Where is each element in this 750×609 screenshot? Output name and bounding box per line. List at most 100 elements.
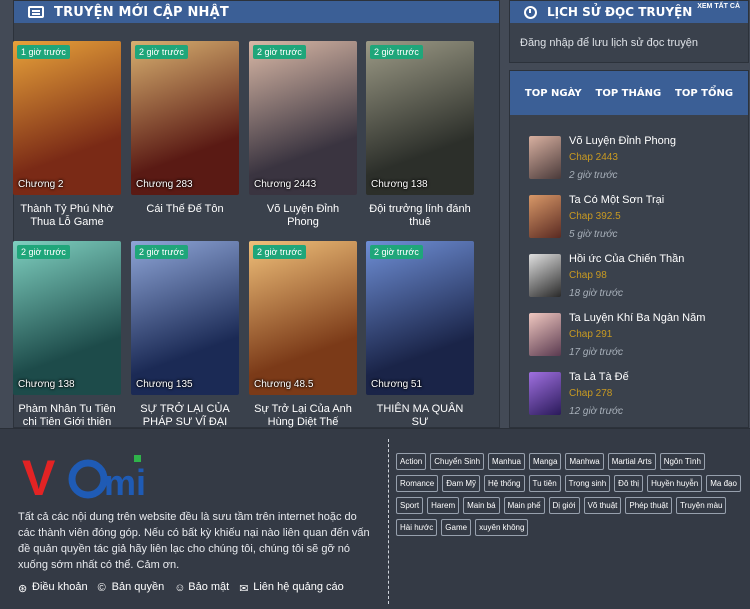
genre-tag[interactable]: Hài hước — [396, 519, 438, 536]
tab-top-all[interactable]: TOP TỔNG — [675, 88, 733, 99]
terms-label: Điều khoản — [32, 581, 88, 593]
comic-cover[interactable]: 2 giờ trước Chương 138 — [366, 41, 474, 195]
comic-cover[interactable]: 2 giờ trước Chương 48.5 — [249, 241, 357, 395]
top-item[interactable]: Võ Luyện Đỉnh Phong Chap 2443 2 giờ trước — [529, 135, 739, 185]
genre-tag[interactable]: Trọng sinh — [564, 475, 611, 492]
comic-title[interactable]: Cái Thế Đế Tôn — [131, 203, 239, 216]
top-item-cover[interactable] — [529, 372, 561, 415]
users-icon: ☺ — [174, 582, 186, 594]
genre-tag[interactable]: Action — [396, 453, 427, 470]
genre-tag[interactable]: Romance — [396, 475, 439, 492]
see-all-link[interactable]: XEM TẤT CẢ — [697, 3, 740, 10]
genre-tag[interactable]: Hệ thống — [484, 475, 525, 492]
genre-tag[interactable]: Martial Arts — [607, 453, 656, 470]
top-item-time: 5 giờ trước — [569, 229, 618, 240]
genre-tag[interactable]: Harem — [427, 497, 460, 514]
comic-card[interactable]: 2 giờ trước Chương 135 SỰ TRỞ LẠI CỦA PHÁP… — [131, 241, 239, 442]
top-item[interactable]: Ta Là Tà Đế Chap 278 12 giờ trước — [529, 371, 739, 421]
contact-link[interactable]: ✉ Liên hệ quảng cáo — [239, 581, 344, 595]
genre-tag[interactable]: Manhwa — [565, 453, 604, 470]
comic-card[interactable]: 2 giờ trước Chương 138 Phàm Nhân Tu Tiên c… — [13, 241, 121, 429]
footer-links: ⊛ Điều khoản © Bản quyền ☺ Bảo mật ✉ Liên hệ… — [18, 581, 344, 595]
top-item-chapter[interactable]: Chap 98 — [569, 270, 607, 281]
time-badge: 2 giờ trước — [370, 245, 423, 259]
comic-card[interactable]: 2 giờ trước Chương 2443 Võ Luyện Đỉnh Phon… — [249, 41, 357, 229]
chapter-label: Chương 51 — [371, 379, 423, 390]
top-item-chapter[interactable]: Chap 278 — [569, 388, 612, 399]
footer: V mi Tất cả các nội dung trên website đề… — [0, 428, 750, 609]
terms-icon: ⊛ — [18, 583, 28, 595]
top-item[interactable]: Ta Có Một Sơn Trại Chap 392.5 5 giờ trước — [529, 194, 739, 244]
top-item-title[interactable]: Hồi ức Của Chiến Thần — [569, 253, 684, 265]
genre-tag[interactable]: Dị giới — [548, 497, 580, 514]
copyright-link[interactable]: © Bản quyền — [98, 581, 165, 594]
svg-text:mi: mi — [104, 462, 144, 503]
comic-cover[interactable]: 2 giờ trước Chương 283 — [131, 41, 239, 195]
comic-cover[interactable]: 2 giờ trước Chương 138 — [13, 241, 121, 395]
comic-card[interactable]: 2 giờ trước Chương 138 Đội trưởng lính đán… — [366, 41, 474, 229]
comic-card[interactable]: 2 giờ trước Chương 51 THIÊN MA QUÂN SƯ — [366, 241, 474, 429]
genre-tag[interactable]: Ma đạo — [706, 475, 741, 492]
tab-top-day[interactable]: TOP NGÀY — [525, 88, 582, 99]
top-item-cover[interactable] — [529, 136, 561, 179]
genre-tag[interactable]: Sport — [396, 497, 424, 514]
copyright-label: Bản quyền — [111, 581, 165, 593]
comic-title[interactable]: Võ Luyện Đỉnh Phong — [249, 203, 357, 229]
genre-tag[interactable]: Đô thị — [614, 475, 644, 492]
genre-tag[interactable]: Đam Mỹ — [442, 475, 481, 492]
genre-tag[interactable]: Ngôn Tình — [659, 453, 705, 470]
tab-top-month[interactable]: TOP THÁNG — [596, 88, 662, 99]
svg-text:V: V — [22, 451, 56, 503]
top-item-title[interactable]: Ta Là Tà Đế — [569, 371, 629, 383]
comic-cover[interactable]: 2 giờ trước Chương 51 — [366, 241, 474, 395]
top-item-title[interactable]: Võ Luyện Đỉnh Phong — [569, 135, 676, 147]
genre-tag[interactable]: Game — [441, 519, 472, 536]
privacy-link[interactable]: ☺ Bảo mật — [174, 581, 229, 594]
history-title: LỊCH SỬ ĐỌC TRUYỆN — [547, 5, 693, 19]
chapter-label: Chương 2 — [18, 179, 64, 190]
top-item-chapter[interactable]: Chap 291 — [569, 329, 612, 340]
genre-tag[interactable]: Võ thuật — [583, 497, 622, 514]
comic-title[interactable]: Đội trưởng lính đánh thuê — [366, 203, 474, 229]
top-item-title[interactable]: Ta Luyện Khí Ba Ngàn Năm — [569, 312, 705, 324]
genre-tag[interactable]: Main phế — [503, 497, 545, 514]
comic-title[interactable]: Thành Tỷ Phú Nhờ Thua Lỗ Game — [13, 203, 121, 229]
top-item[interactable]: Hồi ức Của Chiến Thần Chap 98 18 giờ trước — [529, 253, 739, 303]
top-panel: TOP NGÀY TOP THÁNG TOP TỔNG Võ Luyện Đỉn… — [509, 70, 749, 428]
genre-tag[interactable]: Huyền huyễn — [647, 475, 703, 492]
top-item-chapter[interactable]: Chap 2443 — [569, 152, 618, 163]
comic-cover[interactable]: 1 giờ trước Chương 2 — [13, 41, 121, 195]
comic-title[interactable]: Sự Trở Lại Của Anh Hùng Diệt Thế — [249, 403, 357, 429]
genre-tag[interactable]: Tu tiên — [528, 475, 561, 492]
history-panel: LỊCH SỬ ĐỌC TRUYỆN XEM TẤT CẢ Đăng nhập … — [509, 0, 749, 63]
chapter-label: Chương 138 — [371, 179, 428, 190]
genre-tag[interactable]: Manga — [528, 453, 562, 470]
genre-tag[interactable]: Chuyển Sinh — [430, 453, 485, 470]
comic-title[interactable]: THIÊN MA QUÂN SƯ — [366, 403, 474, 429]
top-item-cover[interactable] — [529, 254, 561, 297]
comic-card[interactable]: 2 giờ trước Chương 48.5 Sự Trở Lại Của Anh… — [249, 241, 357, 429]
genre-tag[interactable]: xuyên không — [475, 519, 529, 536]
comic-card[interactable]: 1 giờ trước Chương 2 Thành Tỷ Phú Nhờ Thua… — [13, 41, 121, 229]
comic-card[interactable]: 2 giờ trước Chương 283 Cái Thế Đế Tôn — [131, 41, 239, 216]
chapter-label: Chương 283 — [136, 179, 193, 190]
top-item-time: 2 giờ trước — [569, 170, 618, 181]
genre-tag[interactable]: Manhua — [488, 453, 525, 470]
genre-tag[interactable]: Phép thuật — [625, 497, 673, 514]
top-item-cover[interactable] — [529, 195, 561, 238]
genre-tag[interactable]: Truyện màu — [676, 497, 727, 514]
comic-cover[interactable]: 2 giờ trước Chương 2443 — [249, 41, 357, 195]
comic-cover[interactable]: 2 giờ trước Chương 135 — [131, 241, 239, 395]
top-item-time: 18 giờ trước — [569, 288, 623, 299]
contact-label: Liên hệ quảng cáo — [253, 581, 344, 593]
genre-tag[interactable]: Main bá — [463, 497, 500, 514]
top-item-chapter[interactable]: Chap 392.5 — [569, 211, 621, 222]
top-item-cover[interactable] — [529, 313, 561, 356]
comic-title[interactable]: Phàm Nhân Tu Tiên chi Tiên Giới thiên — [13, 403, 121, 429]
top-item[interactable]: Ta Luyện Khí Ba Ngàn Năm Chap 291 17 giờ t… — [529, 312, 739, 362]
new-updates-header: TRUYỆN MỚI CẬP NHẬT — [14, 1, 499, 23]
top-item-title[interactable]: Ta Có Một Sơn Trại — [569, 194, 664, 206]
time-badge: 2 giờ trước — [253, 45, 306, 59]
terms-link[interactable]: ⊛ Điều khoản — [18, 581, 88, 595]
site-logo[interactable]: V mi — [22, 451, 144, 503]
